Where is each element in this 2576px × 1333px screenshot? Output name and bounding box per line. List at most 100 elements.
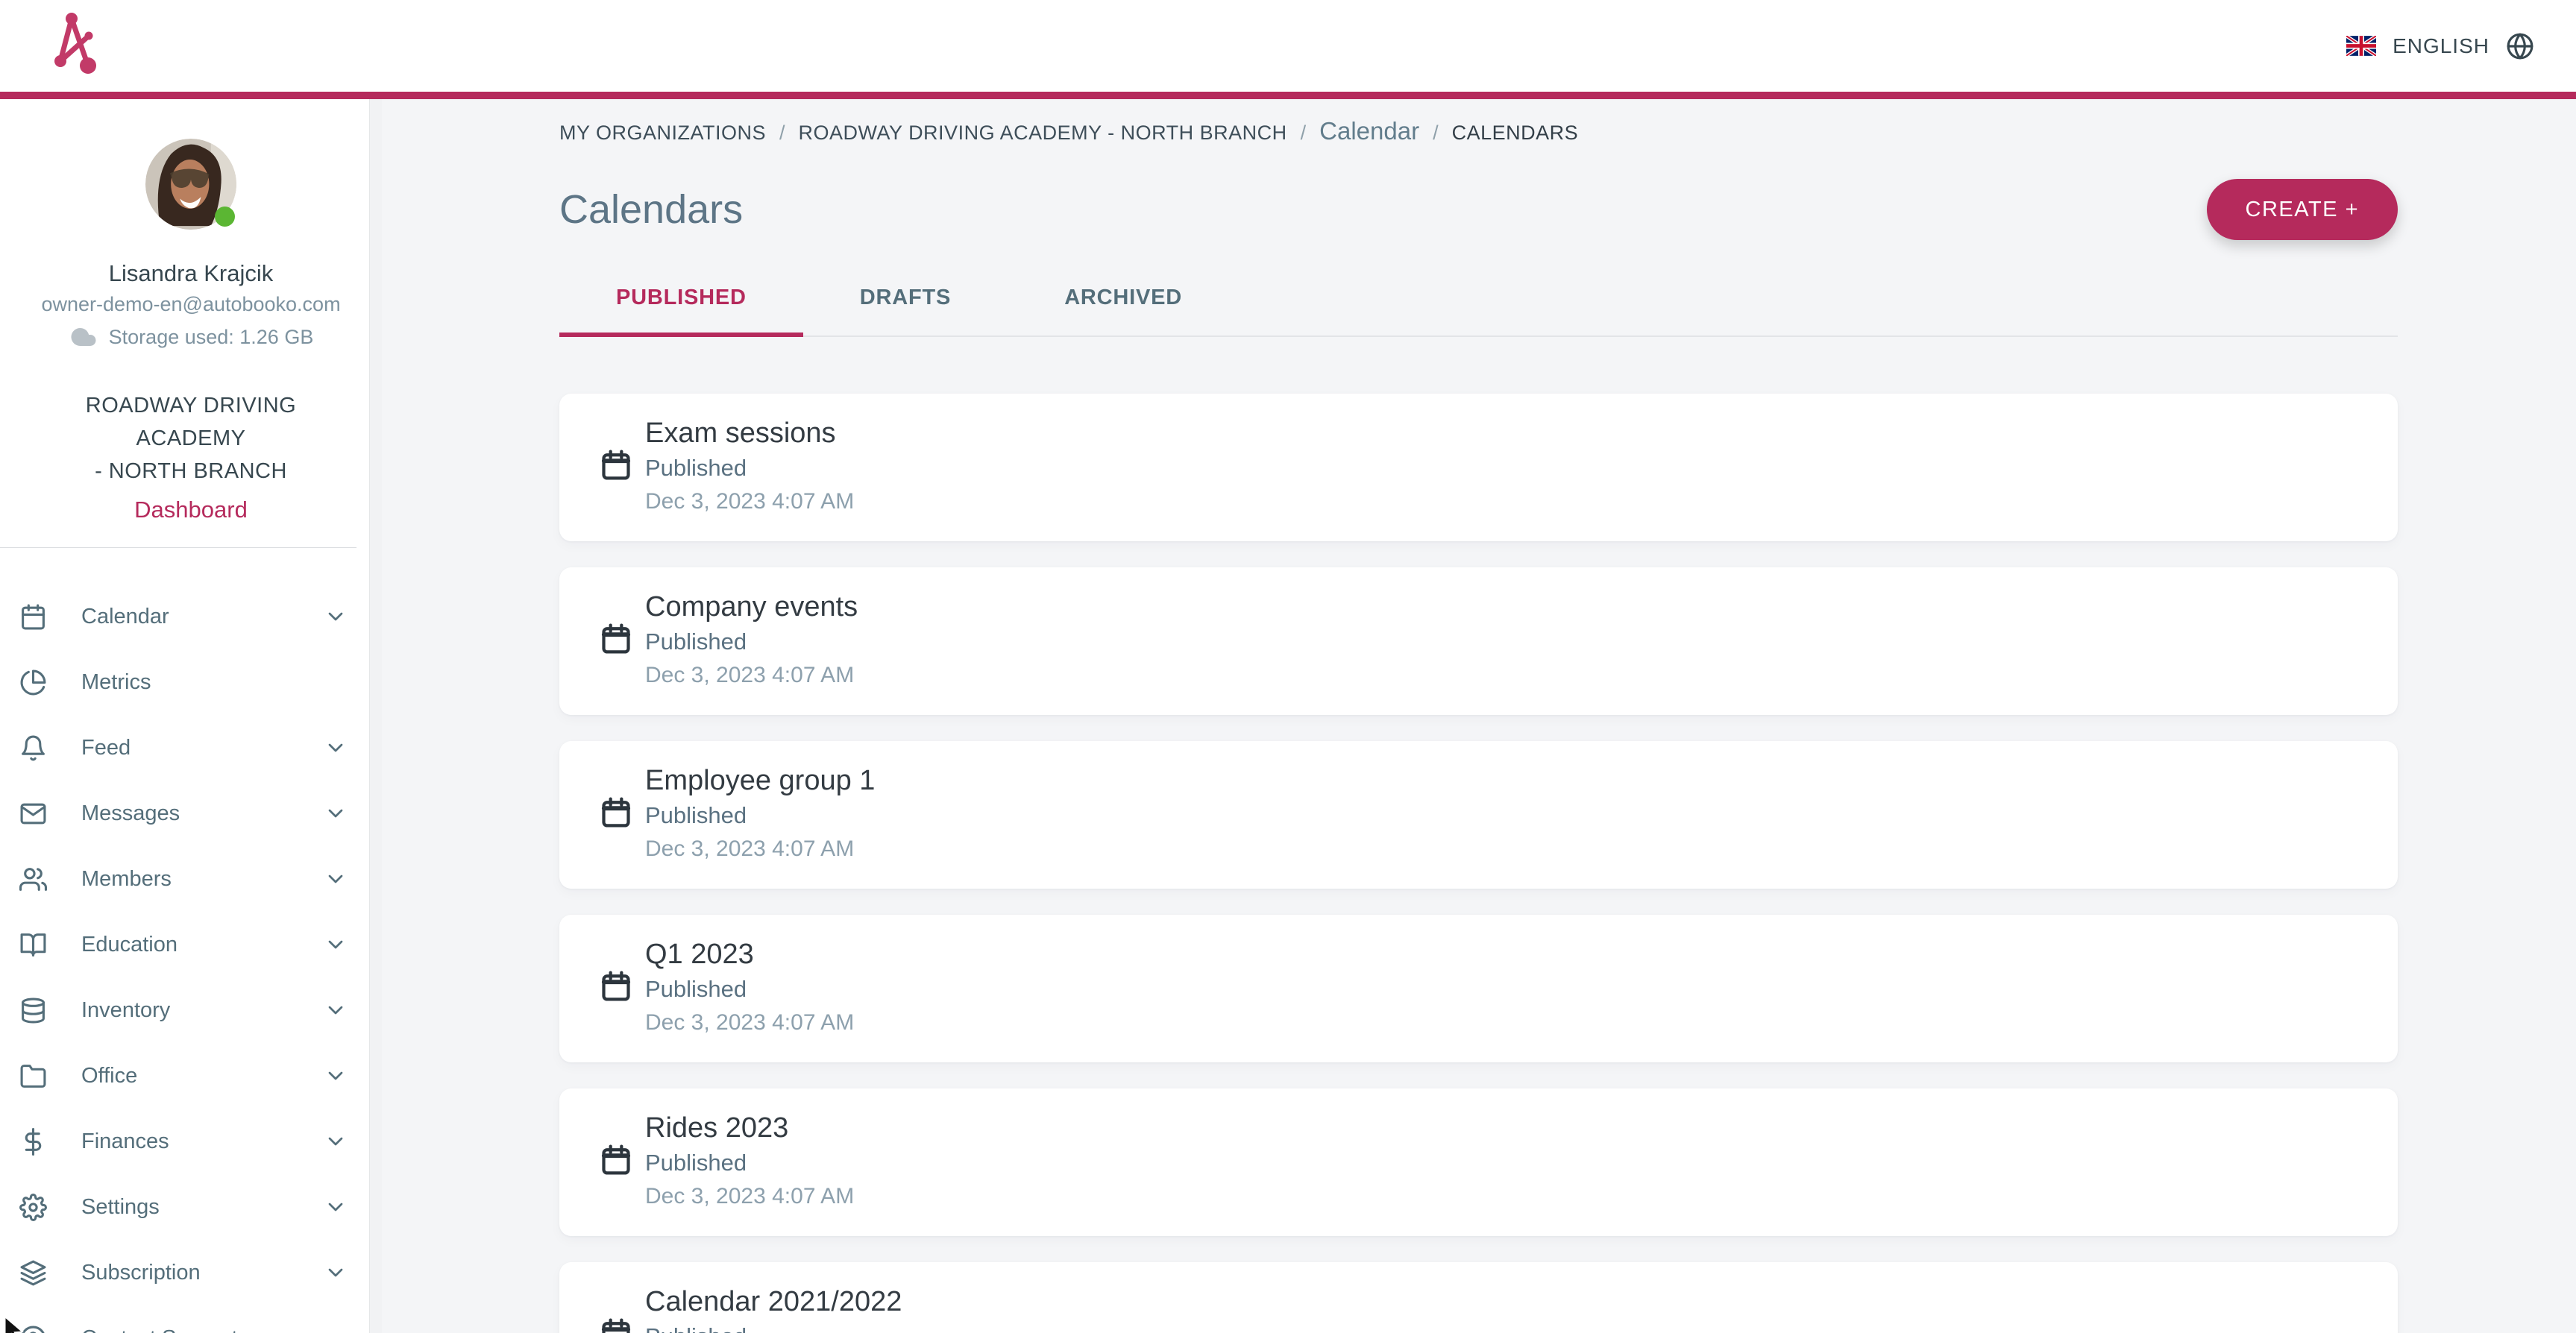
card-status: Published bbox=[645, 452, 2368, 485]
card-status: Published bbox=[645, 799, 2368, 832]
card-status: Published bbox=[645, 1147, 2368, 1179]
user-name: Lisandra Krajcik bbox=[0, 261, 382, 286]
card-title: Company events bbox=[645, 588, 2368, 625]
language-label: ENGLISH bbox=[2393, 34, 2489, 58]
sidebar-item-education[interactable]: Education bbox=[0, 912, 382, 977]
layers-icon bbox=[19, 1259, 47, 1287]
calendar-card[interactable]: Exam sessions Published Dec 3, 2023 4:07… bbox=[559, 394, 2398, 541]
app-logo-icon[interactable] bbox=[54, 12, 98, 78]
sidebar-item-contact-support[interactable]: Contact Support bbox=[0, 1305, 382, 1333]
mouse-cursor bbox=[0, 1314, 30, 1333]
calendar-icon bbox=[600, 1144, 632, 1176]
globe-icon bbox=[2506, 32, 2534, 60]
card-status: Published bbox=[645, 625, 2368, 658]
chevron-down-icon[interactable] bbox=[324, 801, 348, 825]
card-status: Published bbox=[645, 1320, 2368, 1333]
accent-divider-bar bbox=[0, 92, 2576, 99]
card-title: Q1 2023 bbox=[645, 936, 2368, 973]
breadcrumb-separator: / bbox=[1433, 122, 1439, 145]
organization-name: ROADWAY DRIVING ACADEMY - NORTH BRANCH bbox=[0, 389, 382, 488]
calendar-card[interactable]: Calendar 2021/2022 Published Dec 3, 2023… bbox=[559, 1262, 2398, 1333]
breadcrumb-separator: / bbox=[779, 122, 785, 145]
breadcrumb-item-calendars: CALENDARS bbox=[1452, 122, 1579, 145]
tab-published[interactable]: PUBLISHED bbox=[559, 259, 803, 335]
sidebar-item-metrics[interactable]: Metrics bbox=[0, 649, 382, 715]
storage-row: Storage used: 1.26 GB bbox=[0, 325, 382, 349]
user-block: Lisandra Krajcik owner-demo-en@autobooko… bbox=[0, 99, 382, 525]
chevron-down-icon[interactable] bbox=[324, 933, 348, 957]
chevron-down-icon[interactable] bbox=[324, 1064, 348, 1088]
chevron-down-icon[interactable] bbox=[324, 1195, 348, 1219]
tabs: PUBLISHED DRAFTS ARCHIVED bbox=[559, 259, 2398, 337]
page-title: Calendars bbox=[559, 186, 743, 233]
sidebar-divider bbox=[0, 547, 356, 548]
calendar-icon bbox=[600, 796, 632, 829]
title-row: Calendars CREATE + bbox=[559, 179, 2398, 240]
card-title: Rides 2023 bbox=[645, 1109, 2368, 1147]
sidebar-item-subscription[interactable]: Subscription bbox=[0, 1240, 382, 1305]
breadcrumb-item-organization[interactable]: ROADWAY DRIVING ACADEMY - NORTH BRANCH bbox=[799, 122, 1287, 145]
user-email: owner-demo-en@autobooko.com bbox=[0, 292, 382, 316]
sidebar-item-feed[interactable]: Feed bbox=[0, 715, 382, 781]
chevron-down-icon[interactable] bbox=[324, 998, 348, 1022]
main-content: MY ORGANIZATIONS / ROADWAY DRIVING ACADE… bbox=[382, 99, 2576, 1333]
tab-archived[interactable]: ARCHIVED bbox=[1008, 259, 1239, 335]
card-date: Dec 3, 2023 4:07 AM bbox=[645, 1006, 2368, 1040]
users-icon bbox=[19, 866, 47, 893]
calendar-icon bbox=[600, 970, 632, 1003]
sidebar-item-finances[interactable]: Finances bbox=[0, 1109, 382, 1174]
card-status: Published bbox=[645, 973, 2368, 1006]
card-title: Employee group 1 bbox=[645, 762, 2368, 799]
folder-icon bbox=[19, 1062, 47, 1090]
calendar-card[interactable]: Company events Published Dec 3, 2023 4:0… bbox=[559, 567, 2398, 715]
book-open-icon bbox=[19, 931, 47, 959]
calendar-icon bbox=[600, 449, 632, 482]
dollar-icon bbox=[19, 1128, 47, 1156]
dashboard-link[interactable]: Dashboard bbox=[134, 495, 248, 525]
breadcrumb-separator: / bbox=[1301, 122, 1307, 145]
calendar-icon bbox=[19, 603, 47, 631]
language-switcher[interactable]: ENGLISH bbox=[2346, 0, 2534, 92]
create-button[interactable]: CREATE + bbox=[2207, 179, 2398, 240]
calendar-list: Exam sessions Published Dec 3, 2023 4:07… bbox=[559, 394, 2398, 1333]
sidebar-item-members[interactable]: Members bbox=[0, 846, 382, 912]
gear-icon bbox=[19, 1194, 47, 1221]
breadcrumb-item-my-organizations[interactable]: MY ORGANIZATIONS bbox=[559, 122, 766, 145]
database-icon bbox=[19, 997, 47, 1024]
uk-flag-icon bbox=[2346, 36, 2376, 56]
breadcrumb: MY ORGANIZATIONS / ROADWAY DRIVING ACADE… bbox=[559, 117, 2398, 142]
chevron-down-icon[interactable] bbox=[324, 1261, 348, 1285]
mail-icon bbox=[19, 800, 47, 828]
card-title: Exam sessions bbox=[645, 415, 2368, 452]
storage-used: Storage used: 1.26 GB bbox=[109, 326, 314, 349]
sidebar: Lisandra Krajcik owner-demo-en@autobooko… bbox=[0, 99, 382, 1333]
cloud-icon bbox=[69, 326, 98, 348]
chevron-down-icon[interactable] bbox=[324, 605, 348, 628]
chevron-down-icon[interactable] bbox=[324, 867, 348, 891]
chevron-down-icon[interactable] bbox=[324, 736, 348, 760]
calendar-card[interactable]: Q1 2023 Published Dec 3, 2023 4:07 AM bbox=[559, 915, 2398, 1062]
sidebar-item-calendar[interactable]: Calendar bbox=[0, 584, 382, 649]
card-date: Dec 3, 2023 4:07 AM bbox=[645, 658, 2368, 693]
sidebar-item-messages[interactable]: Messages bbox=[0, 781, 382, 846]
calendar-card[interactable]: Employee group 1 Published Dec 3, 2023 4… bbox=[559, 741, 2398, 889]
pie-chart-icon bbox=[19, 669, 47, 696]
bell-icon bbox=[19, 734, 47, 762]
card-date: Dec 3, 2023 4:07 AM bbox=[645, 485, 2368, 519]
sidebar-item-settings[interactable]: Settings bbox=[0, 1174, 382, 1240]
chevron-down-icon[interactable] bbox=[324, 1129, 348, 1153]
tab-drafts[interactable]: DRAFTS bbox=[803, 259, 1008, 335]
card-title: Calendar 2021/2022 bbox=[645, 1283, 2368, 1320]
calendar-card[interactable]: Rides 2023 Published Dec 3, 2023 4:07 AM bbox=[559, 1088, 2398, 1236]
breadcrumb-item-calendar: Calendar bbox=[1319, 117, 1419, 145]
top-bar: ENGLISH bbox=[0, 0, 2576, 92]
sidebar-scrollbar[interactable] bbox=[369, 99, 382, 1333]
calendar-icon bbox=[600, 623, 632, 655]
online-status-dot bbox=[215, 207, 235, 227]
user-avatar[interactable] bbox=[145, 139, 236, 230]
sidebar-item-inventory[interactable]: Inventory bbox=[0, 977, 382, 1043]
calendar-icon bbox=[600, 1317, 632, 1333]
card-date: Dec 3, 2023 4:07 AM bbox=[645, 1179, 2368, 1214]
card-date: Dec 3, 2023 4:07 AM bbox=[645, 832, 2368, 866]
sidebar-item-office[interactable]: Office bbox=[0, 1043, 382, 1109]
